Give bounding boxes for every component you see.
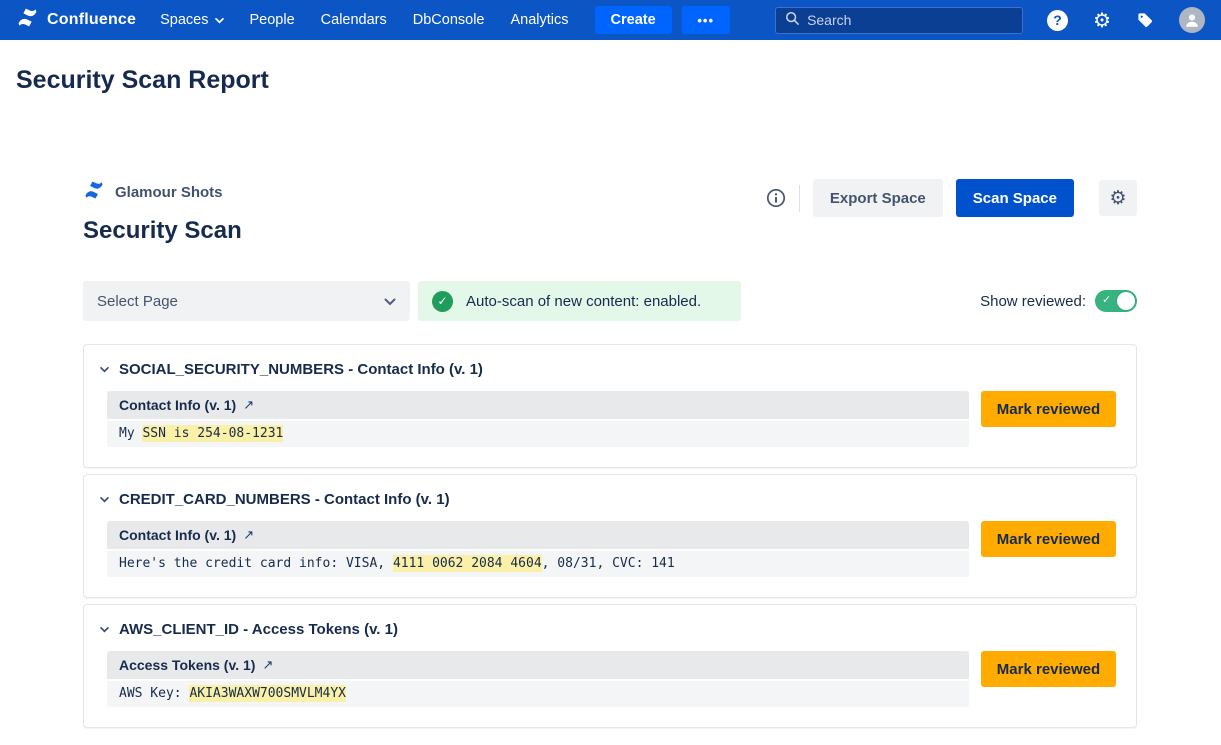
source-page-label: Access Tokens (v. 1) (119, 657, 255, 673)
panel-header-actions: Export Space Scan Space ⚙ (766, 179, 1137, 217)
info-icon[interactable] (766, 188, 786, 208)
brand-name: Confluence (47, 11, 136, 29)
help-icon[interactable]: ? (1047, 10, 1068, 31)
controls-row: Select Page ✓ Auto-scan of new content: … (83, 281, 1137, 321)
finding-title: AWS_CLIENT_ID - Access Tokens (v. 1) (119, 621, 398, 638)
sensitive-match-highlight: SSN is 254-08-1231 (142, 425, 283, 442)
export-space-button[interactable]: Export Space (813, 179, 943, 217)
section-heading: Security Scan (83, 217, 242, 245)
nav-links: Spaces People Calendars DbConsole Analyt… (160, 12, 568, 28)
top-navbar: Confluence Spaces People Calendars DbCon… (0, 0, 1221, 40)
nav-item-label: Spaces (160, 12, 208, 28)
collapse-chevron-icon[interactable] (100, 627, 109, 633)
mark-reviewed-button[interactable]: Mark reviewed (981, 651, 1116, 687)
nav-item-dbconsole[interactable]: DbConsole (413, 12, 485, 28)
source-page-link[interactable]: Access Tokens (v. 1) ↗ (107, 651, 969, 679)
autoscan-status-banner: ✓ Auto-scan of new content: enabled. (418, 281, 741, 321)
findings-list: SOCIAL_SECURITY_NUMBERS - Contact Info (… (83, 344, 1137, 728)
toggle-knob (1117, 292, 1135, 310)
scan-settings-gear-button[interactable]: ⚙ (1099, 180, 1137, 216)
more-actions-button[interactable]: ••• (682, 6, 730, 34)
finding-card: CREDIT_CARD_NUMBERS - Contact Info (v. 1… (83, 474, 1137, 598)
panel-header-left: Glamour Shots Security Scan (83, 179, 242, 245)
finding-title: CREDIT_CARD_NUMBERS - Contact Info (v. 1… (119, 491, 450, 508)
search-icon (785, 11, 799, 30)
source-page-link[interactable]: Contact Info (v. 1) ↗ (107, 391, 969, 419)
toggle-check-icon: ✓ (1102, 294, 1111, 305)
chevron-down-icon (384, 293, 396, 310)
page-title: Security Scan Report (16, 66, 1221, 95)
source-page-label: Contact Info (v. 1) (119, 397, 236, 413)
confluence-home-link[interactable]: Confluence (16, 6, 136, 34)
nav-item-calendars[interactable]: Calendars (321, 12, 387, 28)
finding-body: Contact Info (v. 1) ↗ Here's the credit … (100, 521, 1116, 577)
finding-card: AWS_CLIENT_ID - Access Tokens (v. 1) Acc… (83, 604, 1137, 728)
security-scan-panel: Glamour Shots Security Scan Export Space… (83, 179, 1137, 728)
finding-snippet-text: AWS Key: AKIA3WAXW700SMVLM4YX (107, 681, 969, 707)
select-page-dropdown[interactable]: Select Page (83, 281, 410, 321)
source-page-label: Contact Info (v. 1) (119, 527, 236, 543)
space-breadcrumb[interactable]: Glamour Shots (83, 179, 242, 205)
mark-reviewed-button[interactable]: Mark reviewed (981, 521, 1116, 557)
finding-body: Access Tokens (v. 1) ↗ AWS Key: AKIA3WAX… (100, 651, 1116, 707)
snippet: Contact Info (v. 1) ↗ My SSN is 254-08-1… (107, 391, 969, 447)
chevron-down-icon (215, 12, 224, 28)
finding-card: SOCIAL_SECURITY_NUMBERS - Contact Info (… (83, 344, 1137, 468)
finding-title: SOCIAL_SECURITY_NUMBERS - Contact Info (… (119, 361, 483, 378)
check-circle-icon: ✓ (432, 291, 453, 312)
create-button[interactable]: Create (595, 6, 672, 34)
finding-body: Contact Info (v. 1) ↗ My SSN is 254-08-1… (100, 391, 1116, 447)
show-reviewed-label: Show reviewed: (980, 293, 1086, 310)
tag-icon[interactable] (1136, 11, 1154, 29)
space-name: Glamour Shots (115, 184, 223, 201)
finding-snippet-text: My SSN is 254-08-1231 (107, 421, 969, 447)
show-reviewed-toggle[interactable]: ✓ (1095, 290, 1137, 312)
mark-reviewed-button[interactable]: Mark reviewed (981, 391, 1116, 427)
nav-item-spaces[interactable]: Spaces (160, 12, 223, 28)
search-input[interactable] (807, 12, 1013, 28)
finding-title-row: SOCIAL_SECURITY_NUMBERS - Contact Info (… (100, 357, 1116, 391)
confluence-logo-icon (16, 6, 39, 34)
select-page-value: Select Page (97, 293, 178, 310)
collapse-chevron-icon[interactable] (100, 497, 109, 503)
user-avatar[interactable] (1179, 7, 1205, 33)
search-box[interactable] (775, 7, 1023, 34)
collapse-chevron-icon[interactable] (100, 367, 109, 373)
vertical-divider (799, 185, 800, 212)
external-link-icon: ↗ (262, 659, 273, 672)
finding-title-row: AWS_CLIENT_ID - Access Tokens (v. 1) (100, 617, 1116, 651)
autoscan-status-text: Auto-scan of new content: enabled. (466, 293, 701, 310)
panel-header: Glamour Shots Security Scan Export Space… (83, 179, 1137, 245)
finding-title-row: CREDIT_CARD_NUMBERS - Contact Info (v. 1… (100, 487, 1116, 521)
sensitive-match-highlight: AKIA3WAXW700SMVLM4YX (189, 685, 346, 702)
nav-item-analytics[interactable]: Analytics (511, 12, 569, 28)
show-reviewed-group: Show reviewed: ✓ (980, 290, 1137, 312)
nav-item-people[interactable]: People (250, 12, 295, 28)
external-link-icon: ↗ (243, 399, 254, 412)
finding-snippet-text: Here's the credit card info: VISA, 4111 … (107, 551, 969, 577)
settings-gear-icon[interactable]: ⚙ (1093, 10, 1111, 30)
sensitive-match-highlight: 4111 0062 2084 4604 (393, 555, 542, 572)
scan-space-button[interactable]: Scan Space (956, 179, 1074, 217)
nav-icon-group: ? ⚙ (1047, 7, 1205, 33)
snippet: Contact Info (v. 1) ↗ Here's the credit … (107, 521, 969, 577)
snippet: Access Tokens (v. 1) ↗ AWS Key: AKIA3WAX… (107, 651, 969, 707)
space-icon (83, 179, 105, 206)
external-link-icon: ↗ (243, 529, 254, 542)
source-page-link[interactable]: Contact Info (v. 1) ↗ (107, 521, 969, 549)
